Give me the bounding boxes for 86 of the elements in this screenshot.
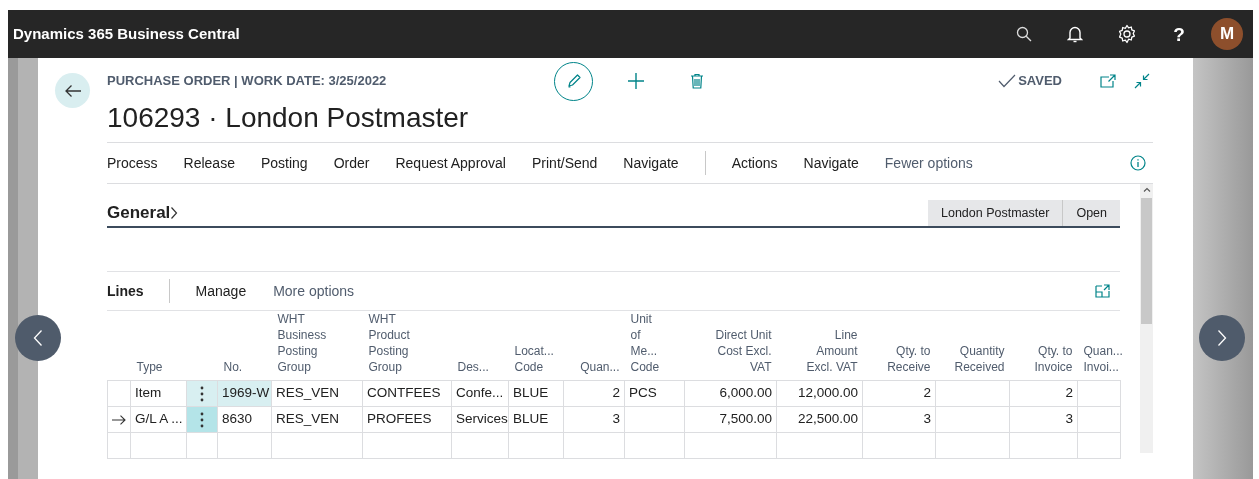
delete-button[interactable] <box>690 73 704 89</box>
chevron-left-icon <box>33 329 43 347</box>
action-menu[interactable]: Process <box>107 152 158 174</box>
scrollbar[interactable] <box>1140 184 1153 453</box>
more-options-icon[interactable] <box>200 411 204 428</box>
action-menu[interactable]: Navigate <box>623 152 679 174</box>
pencil-icon <box>565 73 582 89</box>
fact-box: London Postmaster <box>928 200 1063 226</box>
table-cell: BLUE <box>508 406 564 433</box>
app-title: Dynamics 365 Business Central <box>13 23 240 44</box>
column-header[interactable]: Direct Unit Cost Excl. VAT <box>684 311 777 381</box>
table-cell: 2 <box>862 380 936 407</box>
table-cell: Item <box>130 380 187 407</box>
table-cell: 8630 <box>217 406 272 433</box>
open-new-window-button[interactable] <box>1100 74 1116 88</box>
table-cell: 3 <box>1009 406 1078 433</box>
back-button[interactable] <box>55 73 90 108</box>
page-title: 106293 · London Postmaster <box>107 102 470 135</box>
column-header[interactable]: WHT Business Posting Group <box>271 311 363 381</box>
info-icon <box>1130 155 1146 171</box>
bell-icon[interactable] <box>1067 25 1083 43</box>
lines-title[interactable]: Lines <box>107 280 144 302</box>
edit-button[interactable] <box>554 61 593 101</box>
column-header[interactable]: Des... <box>451 311 509 381</box>
open-window-icon <box>1100 74 1116 88</box>
table-cell: RES_VEN <box>271 406 363 433</box>
column-header[interactable]: Quan... Invoi... <box>1077 311 1121 381</box>
table-cell: 12,000.00 <box>776 380 863 407</box>
action-menu[interactable]: Actions <box>731 152 778 174</box>
table-cell: G/L A ... <box>130 406 187 433</box>
action-menu[interactable]: Posting <box>260 152 308 174</box>
column-header[interactable]: No. <box>217 311 272 381</box>
section-header[interactable]: General <box>107 200 179 226</box>
table-cell: PROFEES <box>362 406 452 433</box>
table-cell: BLUE <box>508 380 564 407</box>
new-button[interactable] <box>627 72 645 90</box>
lines-action[interactable]: Manage <box>195 280 247 302</box>
table-cell: Confe... <box>451 380 509 407</box>
table-cell: RES_VEN <box>271 380 363 407</box>
search-icon[interactable] <box>1016 26 1032 42</box>
action-menu[interactable]: Navigate <box>803 152 859 174</box>
expand-button[interactable] <box>1095 284 1110 298</box>
column-header[interactable]: Quantity Received <box>935 311 1010 381</box>
settings-icon[interactable] <box>1117 24 1137 44</box>
action-menu[interactable]: Order <box>333 152 370 174</box>
table-cell: 6,000.00 <box>684 380 777 407</box>
scroll-up-icon[interactable] <box>1142 187 1151 192</box>
info-button[interactable] <box>1130 155 1146 171</box>
column-header[interactable]: WHT Product Posting Group <box>362 311 452 381</box>
save-status: SAVED <box>1018 72 1062 91</box>
collapse-button[interactable] <box>1134 73 1150 89</box>
column-header[interactable]: Locat... Code <box>508 311 564 381</box>
check-icon <box>998 74 1017 88</box>
avatar[interactable]: M <box>1211 18 1243 50</box>
column-header[interactable]: Line Amount Excl. VAT <box>776 311 863 381</box>
column-header[interactable]: Qty. to Receive <box>862 311 936 381</box>
more-options-icon[interactable] <box>200 385 204 402</box>
collapse-arrows-icon <box>1134 73 1150 89</box>
table-cell: PCS <box>624 380 685 407</box>
trash-icon <box>690 73 704 89</box>
column-header[interactable]: Qty. to Invoice <box>1009 311 1078 381</box>
table-cell: 7,500.00 <box>684 406 777 433</box>
arrow-left-icon <box>63 83 82 98</box>
more-options-link[interactable]: More options <box>273 280 355 302</box>
action-menu[interactable]: Request Approval <box>395 152 506 174</box>
table-cell: 3 <box>862 406 936 433</box>
table-cell: CONTFEES <box>362 380 452 407</box>
action-menu[interactable]: Print/Send <box>532 152 598 174</box>
fewer-options-link[interactable]: Fewer options <box>884 152 973 174</box>
expand-icon <box>1095 284 1110 298</box>
column-header[interactable]: Unit of Me... Code <box>624 311 685 381</box>
table-cell: Services <box>451 406 509 433</box>
table-cell: 2 <box>563 380 625 407</box>
chevron-right-icon <box>1217 329 1227 347</box>
page-caption: PURCHASE ORDER | WORK DATE: 3/25/2022 <box>107 72 388 91</box>
column-header[interactable]: Quan... <box>563 311 625 381</box>
action-menu[interactable]: Release <box>183 152 235 174</box>
help-button[interactable]: ? <box>1173 24 1185 44</box>
plus-icon <box>627 72 645 90</box>
table-cell: 22,500.00 <box>776 406 863 433</box>
column-header[interactable]: Type <box>130 311 187 381</box>
table-cell: 2 <box>1009 380 1078 407</box>
chevron-right-icon <box>170 205 179 220</box>
section-title: General <box>107 202 171 224</box>
table-cell: 3 <box>563 406 625 433</box>
fact-box: Open <box>1062 200 1120 226</box>
